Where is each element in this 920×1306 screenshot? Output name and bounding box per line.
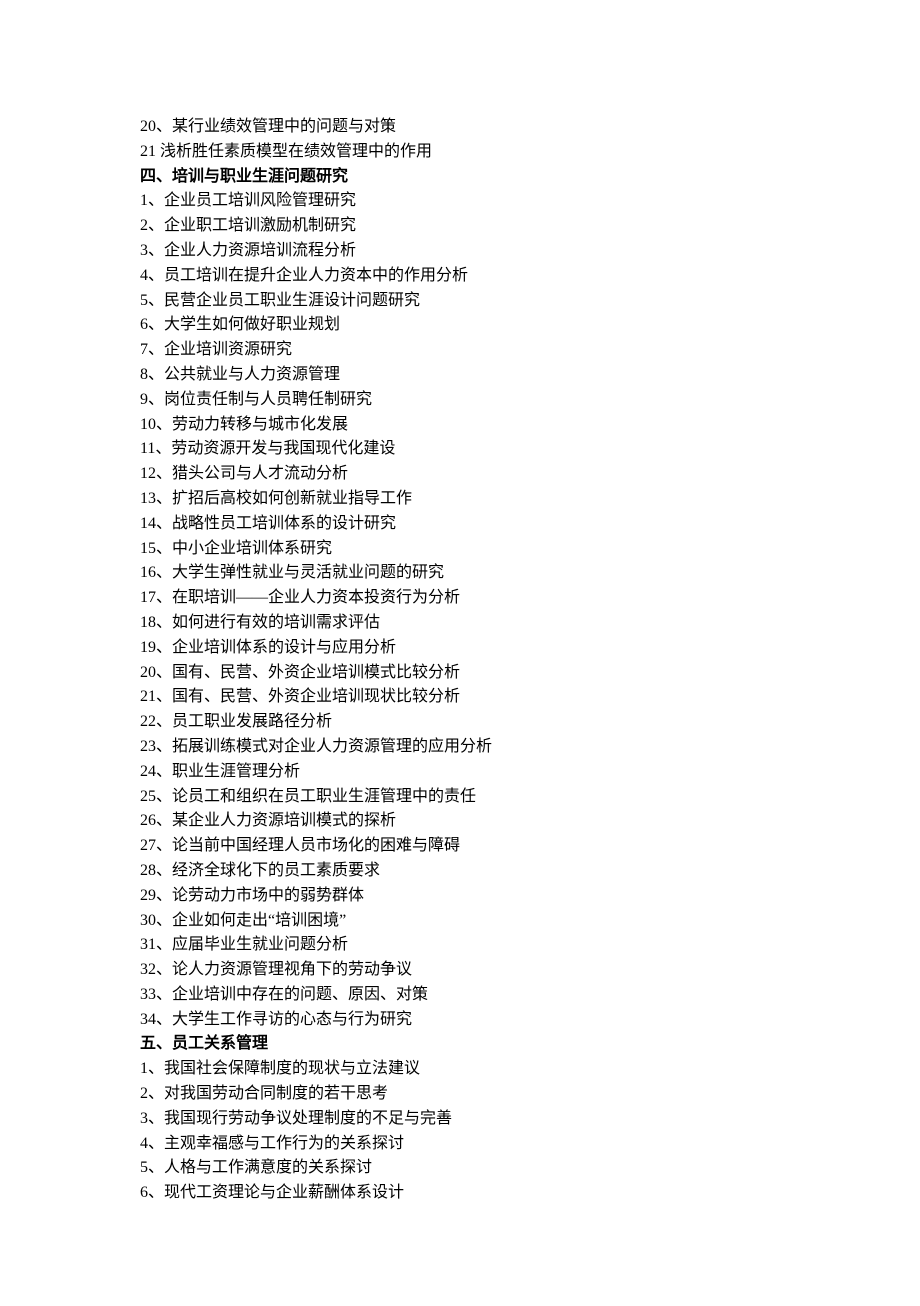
list-item: 20、某行业绩效管理中的问题与对策 bbox=[140, 115, 780, 140]
list-item: 3、我国现行劳动争议处理制度的不足与完善 bbox=[140, 1107, 780, 1132]
list-item: 8、公共就业与人力资源管理 bbox=[140, 363, 780, 388]
section-heading: 四、培训与职业生涯问题研究 bbox=[140, 165, 780, 190]
list-item: 10、劳动力转移与城市化发展 bbox=[140, 413, 780, 438]
list-item: 28、经济全球化下的员工素质要求 bbox=[140, 859, 780, 884]
list-item: 23、拓展训练模式对企业人力资源管理的应用分析 bbox=[140, 735, 780, 760]
list-item: 13、扩招后高校如何创新就业指导工作 bbox=[140, 487, 780, 512]
list-item: 14、战略性员工培训体系的设计研究 bbox=[140, 512, 780, 537]
list-item: 24、职业生涯管理分析 bbox=[140, 760, 780, 785]
list-item: 9、岗位责任制与人员聘任制研究 bbox=[140, 388, 780, 413]
list-item: 12、猎头公司与人才流动分析 bbox=[140, 462, 780, 487]
document-page: 20、某行业绩效管理中的问题与对策21 浅析胜任素质模型在绩效管理中的作用四、培… bbox=[0, 0, 920, 1306]
list-item: 7、企业培训资源研究 bbox=[140, 338, 780, 363]
list-item: 20、国有、民营、外资企业培训模式比较分析 bbox=[140, 661, 780, 686]
list-item: 1、我国社会保障制度的现状与立法建议 bbox=[140, 1057, 780, 1082]
list-item: 22、员工职业发展路径分析 bbox=[140, 710, 780, 735]
list-item: 6、大学生如何做好职业规划 bbox=[140, 313, 780, 338]
list-item: 32、论人力资源管理视角下的劳动争议 bbox=[140, 958, 780, 983]
list-item: 1、企业员工培训风险管理研究 bbox=[140, 189, 780, 214]
list-item: 4、员工培训在提升企业人力资本中的作用分析 bbox=[140, 264, 780, 289]
list-item: 11、劳动资源开发与我国现代化建设 bbox=[140, 437, 780, 462]
list-item: 27、论当前中国经理人员市场化的困难与障碍 bbox=[140, 834, 780, 859]
list-item: 17、在职培训——企业人力资本投资行为分析 bbox=[140, 586, 780, 611]
list-item: 33、企业培训中存在的问题、原因、对策 bbox=[140, 983, 780, 1008]
section-heading: 五、员工关系管理 bbox=[140, 1032, 780, 1057]
list-item: 29、论劳动力市场中的弱势群体 bbox=[140, 884, 780, 909]
list-item: 21、国有、民营、外资企业培训现状比较分析 bbox=[140, 685, 780, 710]
list-item: 21 浅析胜任素质模型在绩效管理中的作用 bbox=[140, 140, 780, 165]
list-item: 5、人格与工作满意度的关系探讨 bbox=[140, 1156, 780, 1181]
list-item: 5、民营企业员工职业生涯设计问题研究 bbox=[140, 289, 780, 314]
list-item: 4、主观幸福感与工作行为的关系探讨 bbox=[140, 1132, 780, 1157]
list-item: 18、如何进行有效的培训需求评估 bbox=[140, 611, 780, 636]
list-item: 19、企业培训体系的设计与应用分析 bbox=[140, 636, 780, 661]
list-item: 2、企业职工培训激励机制研究 bbox=[140, 214, 780, 239]
list-item: 30、企业如何走出“培训困境” bbox=[140, 909, 780, 934]
list-item: 16、大学生弹性就业与灵活就业问题的研究 bbox=[140, 561, 780, 586]
list-item: 31、应届毕业生就业问题分析 bbox=[140, 933, 780, 958]
list-item: 15、中小企业培训体系研究 bbox=[140, 537, 780, 562]
list-item: 26、某企业人力资源培训模式的探析 bbox=[140, 809, 780, 834]
list-item: 3、企业人力资源培训流程分析 bbox=[140, 239, 780, 264]
list-item: 25、论员工和组织在员工职业生涯管理中的责任 bbox=[140, 785, 780, 810]
list-item: 6、现代工资理论与企业薪酬体系设计 bbox=[140, 1181, 780, 1206]
list-item: 34、大学生工作寻访的心态与行为研究 bbox=[140, 1008, 780, 1033]
list-item: 2、对我国劳动合同制度的若干思考 bbox=[140, 1082, 780, 1107]
